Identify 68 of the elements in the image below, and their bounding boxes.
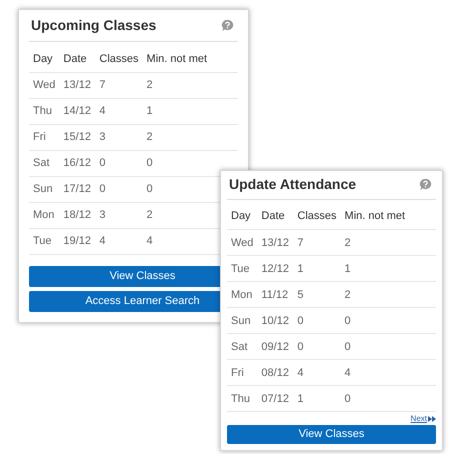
- table-cell: 13/12: [59, 72, 96, 98]
- table-cell: 10/12: [257, 308, 294, 334]
- table-cell: 18/12: [59, 202, 96, 228]
- column-header: Date: [257, 204, 294, 230]
- panel-title: Upcoming Classes: [31, 16, 156, 35]
- table-cell: 09/12: [257, 334, 294, 360]
- column-header: Min. not met: [142, 46, 238, 72]
- table-cell: 1: [293, 256, 341, 282]
- table-cell: 7: [95, 72, 143, 98]
- table-cell: 3: [95, 124, 143, 150]
- table-cell: 4: [95, 98, 143, 124]
- double-arrow-icon: [428, 416, 436, 422]
- column-header: Classes: [293, 204, 341, 230]
- table-cell: Sat: [227, 334, 258, 360]
- table-cell: 1: [293, 386, 341, 412]
- table-cell: 0: [340, 386, 436, 412]
- help-icon[interactable]: [221, 19, 234, 32]
- column-header: Date: [59, 46, 96, 72]
- table-cell: 4: [340, 360, 436, 386]
- table-cell: 2: [142, 124, 238, 150]
- table-cell: 3: [95, 202, 143, 228]
- table-cell: Wed: [29, 72, 60, 98]
- table-cell: Tue: [227, 256, 258, 282]
- column-header: Classes: [95, 46, 143, 72]
- table-cell: 4: [293, 360, 341, 386]
- table-cell: 08/12: [257, 360, 294, 386]
- table-cell: Mon: [29, 202, 60, 228]
- table-cell: Tue: [29, 228, 60, 254]
- table-cell: 2: [340, 230, 436, 256]
- table-cell: 19/12: [59, 228, 96, 254]
- table-cell: Sat: [29, 150, 60, 176]
- table-cell: 13/12: [257, 230, 294, 256]
- table-cell: Mon: [227, 282, 258, 308]
- table-cell: Wed: [227, 230, 258, 256]
- action-button[interactable]: View Classes: [29, 266, 220, 287]
- table-cell: 2: [142, 72, 238, 98]
- table-cell: 0: [293, 334, 341, 360]
- table-cell: 1: [142, 98, 238, 124]
- action-button[interactable]: Access Learner Search: [29, 291, 220, 312]
- table-cell: 07/12: [257, 386, 294, 412]
- table-cell: 0: [340, 334, 436, 360]
- table-cell: 11/12: [257, 282, 294, 308]
- table-cell: 17/12: [59, 176, 96, 202]
- table-cell: 16/12: [59, 150, 96, 176]
- table-cell: 2: [340, 282, 436, 308]
- table-cell: Thu: [227, 386, 258, 412]
- action-button[interactable]: View Classes: [227, 425, 436, 444]
- table-cell: 14/12: [59, 98, 96, 124]
- table-cell: Fri: [29, 124, 60, 150]
- table-cell: Sun: [227, 308, 258, 334]
- table-cell: 0: [340, 308, 436, 334]
- table-cell: 4: [95, 228, 143, 254]
- table-cell: 5: [293, 282, 341, 308]
- column-header: Day: [227, 204, 258, 230]
- column-header: Min. not met: [340, 204, 436, 230]
- table-cell: Thu: [29, 98, 60, 124]
- table-cell: 7: [293, 230, 341, 256]
- table-cell: Sun: [29, 176, 60, 202]
- table-cell: 12/12: [257, 256, 294, 282]
- table-cell: Fri: [227, 360, 258, 386]
- column-header: Day: [29, 46, 60, 72]
- table-cell: 1: [340, 256, 436, 282]
- help-icon[interactable]: [419, 178, 432, 192]
- table-cell: 0: [293, 308, 341, 334]
- next-link[interactable]: Next: [410, 412, 436, 425]
- table-cell: 15/12: [59, 124, 96, 150]
- table-cell: 0: [95, 176, 143, 202]
- table-cell: 0: [95, 150, 143, 176]
